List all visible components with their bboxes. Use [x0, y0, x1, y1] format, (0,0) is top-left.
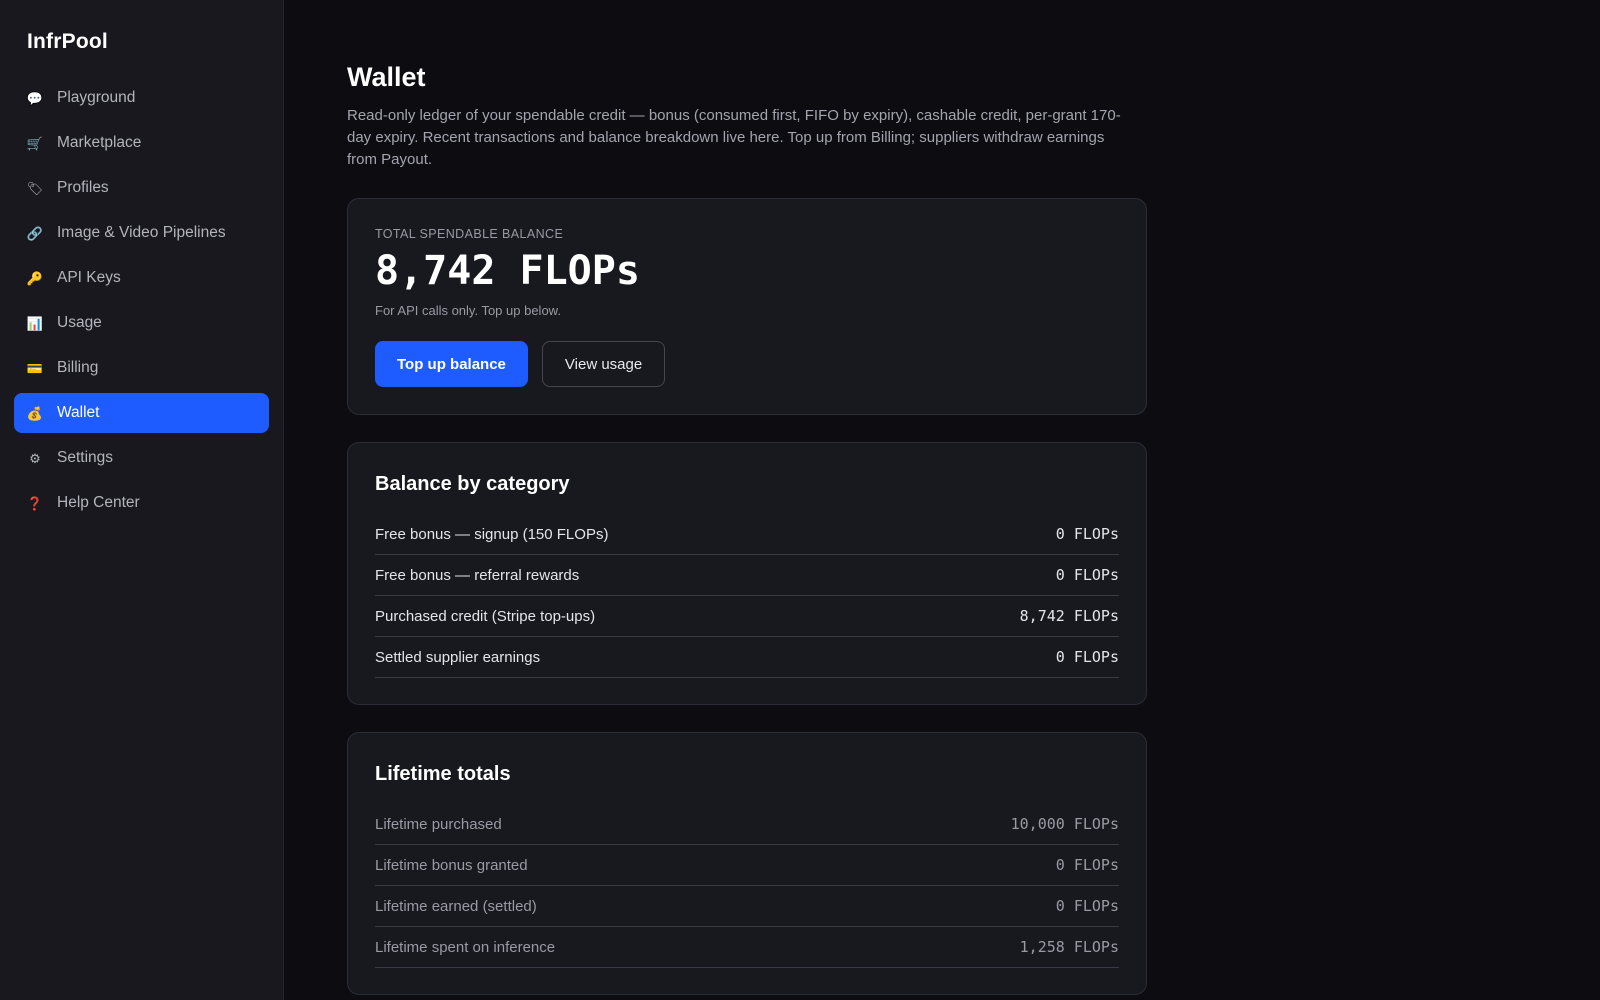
row-value: 0 FLOPs — [1055, 525, 1119, 543]
table-row: Lifetime purchased 10,000 FLOPs — [375, 804, 1119, 845]
brand-logo[interactable]: InfrPool — [14, 30, 269, 54]
row-label: Settled supplier earnings — [375, 648, 541, 666]
speech-bubble-icon: 💬 — [26, 90, 44, 106]
row-value: 0 FLOPs — [1055, 897, 1119, 915]
balance-note: For API calls only. Top up below. — [375, 303, 561, 318]
table-row: Lifetime earned (settled) 0 FLOPs — [375, 886, 1119, 927]
lifetime-totals-card: Lifetime totals Lifetime purchased 10,00… — [347, 732, 1147, 995]
row-value: 1,258 FLOPs — [1019, 938, 1119, 956]
row-value: 0 FLOPs — [1055, 566, 1119, 584]
table-row: Lifetime bonus granted 0 FLOPs — [375, 845, 1119, 886]
sidebar-item-playground[interactable]: 💬 Playground — [14, 78, 269, 118]
section-title: Balance by category — [375, 473, 570, 495]
sidebar: InfrPool 💬 Playground 🛒 Marketplace 🏷 Pr… — [0, 0, 284, 1000]
sidebar-item-label: Profiles — [57, 179, 109, 196]
sidebar-item-label: Settings — [57, 449, 114, 466]
row-value: 0 FLOPs — [1055, 856, 1119, 874]
row-label: Lifetime bonus granted — [375, 856, 528, 874]
balance-actions: Top up balance View usage — [375, 341, 1119, 387]
gear-icon: ⚙ — [29, 450, 41, 466]
sidebar-item-label: Marketplace — [57, 134, 142, 151]
sidebar-item-label: Help Center — [57, 494, 140, 511]
table-row: Lifetime spent on inference 1,258 FLOPs — [375, 927, 1119, 968]
table-row: Free bonus — signup (150 FLOPs) 0 FLOPs — [375, 514, 1119, 555]
balance-label: TOTAL SPENDABLE BALANCE — [375, 227, 564, 241]
sidebar-item-label: Billing — [57, 359, 99, 376]
sidebar-nav: 💬 Playground 🛒 Marketplace 🏷 Profiles 🔗 … — [14, 78, 269, 523]
shopping-cart-icon: 🛒 — [26, 135, 44, 151]
tag-icon: 🏷 — [26, 180, 44, 196]
sidebar-item-marketplace[interactable]: 🛒 Marketplace — [14, 123, 269, 163]
row-value: 0 FLOPs — [1055, 648, 1119, 666]
page-description: Read-only ledger of your spendable credi… — [347, 107, 1121, 168]
page-title: Wallet — [347, 62, 426, 92]
balance-card: TOTAL SPENDABLE BALANCE 8,742 FLOPs For … — [347, 198, 1147, 415]
money-bag-icon: 💰 — [26, 405, 44, 421]
bar-chart-icon: 📊 — [26, 315, 44, 331]
sidebar-item-wallet[interactable]: 💰 Wallet — [14, 393, 269, 433]
balance-value: 8,742 FLOPs — [375, 248, 640, 294]
key-icon: 🔑 — [26, 270, 44, 286]
row-value: 8,742 FLOPs — [1019, 607, 1119, 625]
credit-card-icon: 💳 — [26, 360, 44, 376]
balance-by-category-card: Balance by category Free bonus — signup … — [347, 442, 1147, 705]
row-label: Lifetime purchased — [375, 815, 502, 833]
sidebar-item-settings[interactable]: ⚙ Settings — [14, 438, 269, 478]
sidebar-item-label: Image & Video Pipelines — [57, 224, 226, 241]
row-label: Purchased credit (Stripe top-ups) — [375, 607, 596, 625]
row-value: 10,000 FLOPs — [1010, 815, 1119, 833]
sidebar-item-pipelines[interactable]: 🔗 Image & Video Pipelines — [14, 213, 269, 253]
sidebar-item-billing[interactable]: 💳 Billing — [14, 348, 269, 388]
view-usage-button[interactable]: View usage — [541, 341, 666, 387]
sidebar-item-profiles[interactable]: 🏷 Profiles — [14, 168, 269, 208]
table-row: Purchased credit (Stripe top-ups) 8,742 … — [375, 596, 1119, 637]
sidebar-item-usage[interactable]: 📊 Usage — [14, 303, 269, 343]
section-title: Lifetime totals — [375, 763, 511, 785]
table-row: Settled supplier earnings 0 FLOPs — [375, 637, 1119, 678]
sidebar-item-label: Playground — [57, 89, 136, 106]
sidebar-item-label: Wallet — [57, 404, 100, 421]
sidebar-item-label: API Keys — [57, 269, 121, 286]
question-mark-icon: ❓ — [26, 495, 44, 511]
row-label: Lifetime earned (settled) — [375, 897, 537, 915]
sidebar-item-api-keys[interactable]: 🔑 API Keys — [14, 258, 269, 298]
link-icon: 🔗 — [26, 225, 44, 241]
sidebar-item-label: Usage — [57, 314, 102, 331]
sidebar-item-help-center[interactable]: ❓ Help Center — [14, 483, 269, 523]
row-label: Lifetime spent on inference — [375, 938, 556, 956]
main-content: Wallet Read-only ledger of your spendabl… — [284, 0, 1600, 1000]
table-row: Free bonus — referral rewards 0 FLOPs — [375, 555, 1119, 596]
row-label: Free bonus — signup (150 FLOPs) — [375, 525, 609, 543]
row-label: Free bonus — referral rewards — [375, 566, 580, 584]
wallet-page: Wallet Read-only ledger of your spendabl… — [347, 62, 1147, 995]
app-root: InfrPool 💬 Playground 🛒 Marketplace 🏷 Pr… — [0, 0, 1600, 1000]
top-up-balance-button[interactable]: Top up balance — [375, 341, 528, 387]
